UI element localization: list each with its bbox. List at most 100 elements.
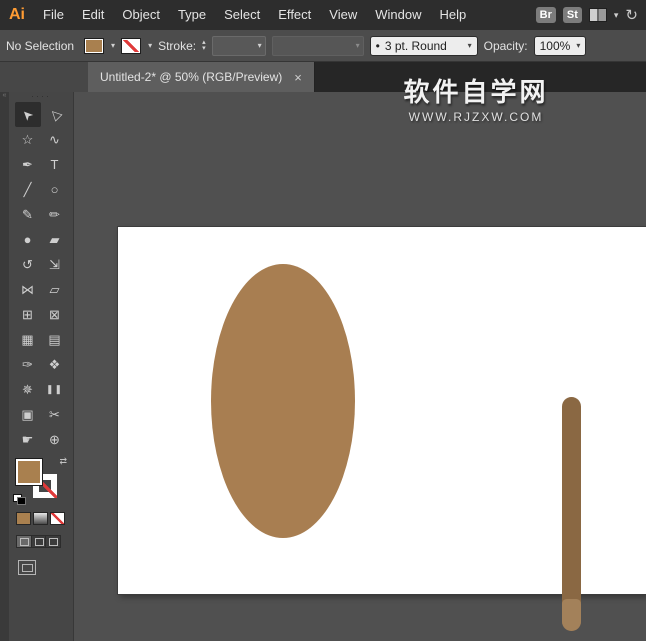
free-transform-tool[interactable]: ▱ <box>42 277 68 302</box>
default-fill-stroke-icon[interactable] <box>13 494 25 504</box>
perspective-grid-tool[interactable]: ⊠ <box>42 302 68 327</box>
watermark-title: 软件自学网 <box>383 72 569 109</box>
brush-definition-value: 3 pt. Round <box>385 39 462 53</box>
gradient-tool-icon: ▤ <box>48 332 60 348</box>
ellipse-tool[interactable]: ○ <box>42 177 68 202</box>
brush-definition-dropdown[interactable]: • 3 pt. Round ▾ <box>370 36 478 56</box>
scale-tool-icon: ⇲ <box>49 257 60 273</box>
menu-edit[interactable]: Edit <box>73 0 113 30</box>
stroke-weight-stepper[interactable]: ▴▾ <box>202 40 206 52</box>
gradient-button[interactable] <box>33 512 48 525</box>
mesh-tool-icon: ▦ <box>21 332 33 348</box>
line-tool[interactable]: ╱ <box>15 177 41 202</box>
menu-object[interactable]: Object <box>113 0 169 30</box>
width-profile-dropdown[interactable]: ▾ <box>272 36 364 56</box>
selection-tool[interactable]: ➤ <box>15 102 41 127</box>
pencil-tool[interactable]: ✏ <box>42 202 68 227</box>
magic-wand-tool[interactable]: ☆ <box>15 127 41 152</box>
rotate-tool[interactable]: ↺ <box>15 252 41 277</box>
default-stroke-mini <box>17 497 26 505</box>
opacity-value: 100% <box>540 39 571 53</box>
artboard-tool-icon: ▣ <box>21 407 33 423</box>
pen-tool[interactable]: ✒ <box>15 152 41 177</box>
fill-indicator[interactable] <box>15 458 43 486</box>
selection-status: No Selection <box>6 39 74 53</box>
style-button[interactable]: St <box>563 7 582 23</box>
blob-brush-tool-icon: ● <box>24 232 32 247</box>
blend-tool[interactable]: ❖ <box>42 352 68 377</box>
stroke-label[interactable]: Stroke: <box>158 39 196 53</box>
rotate-tool-icon: ↺ <box>22 257 33 273</box>
ellipse-tool-icon: ○ <box>51 182 59 197</box>
blob-brush-tool[interactable]: ● <box>15 227 41 252</box>
brush-dropdown-icon[interactable]: ▾ <box>468 41 472 50</box>
type-tool[interactable]: T <box>42 152 68 177</box>
artboard-tool[interactable]: ▣ <box>15 402 41 427</box>
menu-help[interactable]: Help <box>430 0 475 30</box>
document-tab[interactable]: Untitled-2* @ 50% (RGB/Preview) × <box>88 62 315 92</box>
opacity-dropdown[interactable]: 100% ▾ <box>534 36 586 56</box>
eyedropper-tool[interactable]: ✑ <box>15 352 41 377</box>
slice-tool[interactable]: ✂ <box>42 402 68 427</box>
direct-selection-tool[interactable]: ▷ <box>42 102 68 127</box>
free-transform-tool-icon: ▱ <box>50 282 60 298</box>
scale-tool[interactable]: ⇲ <box>42 252 68 277</box>
none-button[interactable] <box>50 512 65 525</box>
gradient-tool[interactable]: ▤ <box>42 327 68 352</box>
fill-color-swatch[interactable] <box>84 38 104 54</box>
perspective-grid-tool-icon: ⊠ <box>49 307 60 323</box>
stroke-dropdown-icon[interactable]: ▾ <box>148 41 152 50</box>
stick-shape[interactable] <box>562 397 581 631</box>
tab-close-icon[interactable]: × <box>294 70 302 85</box>
ellipse-shape[interactable] <box>211 264 355 538</box>
zoom-tool-icon: ⊕ <box>49 432 60 448</box>
opacity-dropdown-icon[interactable]: ▾ <box>576 41 580 50</box>
eraser-tool[interactable]: ▰ <box>42 227 68 252</box>
pen-tool-icon: ✒ <box>22 157 33 173</box>
sync-settings-icon[interactable]: ↻ <box>625 6 638 24</box>
workspace-switcher-icon[interactable] <box>589 8 607 22</box>
canvas-area[interactable] <box>74 92 646 641</box>
swap-fill-stroke-icon[interactable]: ⇄ <box>59 456 67 467</box>
eyedropper-tool-icon: ✑ <box>22 357 33 373</box>
stroke-color-swatch[interactable] <box>121 38 141 54</box>
document-tab-title: Untitled-2* @ 50% (RGB/Preview) <box>100 70 282 84</box>
width-tool[interactable]: ⋈ <box>15 277 41 302</box>
tabbar-spacer <box>0 62 88 92</box>
hand-tool-icon: ☛ <box>22 432 34 448</box>
panel-drag-handle[interactable]: ···· <box>9 92 73 102</box>
fill-dropdown-icon[interactable]: ▾ <box>111 41 115 50</box>
chevron-down-icon[interactable]: ▾ <box>614 10 619 21</box>
paintbrush-tool-icon: ✎ <box>22 207 33 223</box>
screen-mode-button[interactable] <box>18 560 36 575</box>
opacity-label[interactable]: Opacity: <box>484 39 528 53</box>
shape-builder-tool[interactable]: ⊞ <box>15 302 41 327</box>
mesh-tool[interactable]: ▦ <box>15 327 41 352</box>
hand-tool[interactable]: ☛ <box>15 427 41 452</box>
menu-file[interactable]: File <box>34 0 73 30</box>
stroke-weight-dropdown[interactable]: ▾ <box>212 36 266 56</box>
menu-type[interactable]: Type <box>169 0 215 30</box>
bridge-button[interactable]: Br <box>536 7 556 23</box>
paintbrush-tool[interactable]: ✎ <box>15 202 41 227</box>
menu-effect[interactable]: Effect <box>269 0 320 30</box>
draw-behind-button[interactable] <box>32 536 47 547</box>
watermark: 软件自学网 WWW.RJZXW.COM <box>383 72 569 124</box>
column-graph-tool[interactable]: ❚❚ <box>42 377 68 402</box>
menu-select[interactable]: Select <box>215 0 269 30</box>
symbol-sprayer-tool[interactable]: ✵ <box>15 377 41 402</box>
menu-window[interactable]: Window <box>366 0 430 30</box>
menu-view[interactable]: View <box>320 0 366 30</box>
color-button[interactable] <box>16 512 31 525</box>
draw-normal-button[interactable] <box>17 536 32 547</box>
zoom-tool[interactable]: ⊕ <box>42 427 68 452</box>
direct-selection-tool-icon: ▷ <box>45 105 63 123</box>
shape-builder-tool-icon: ⊞ <box>22 307 33 323</box>
slice-tool-icon: ✂ <box>49 407 60 423</box>
column-graph-tool-icon: ❚❚ <box>46 384 63 395</box>
line-tool-icon: ╱ <box>24 182 32 198</box>
lasso-tool[interactable]: ∿ <box>42 127 68 152</box>
tool-grid: ➤ ▷ ☆ ∿ ✒ T ╱ ○ ✎ ✏ ● ▰ ↺ ⇲ ⋈ ▱ ⊞ ⊠ ▦ ▤ … <box>9 102 73 452</box>
draw-inside-button[interactable] <box>46 536 60 547</box>
brush-preview-dot: • <box>376 39 380 53</box>
